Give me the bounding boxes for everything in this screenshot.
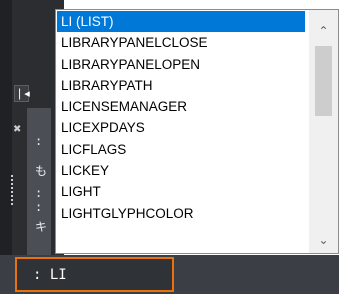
chevron-up-icon[interactable]: ⌃ — [309, 22, 338, 40]
palette-mark: : — [35, 186, 43, 200]
palette-mark: : — [35, 134, 43, 148]
list-item[interactable]: LIGHTGLYPHCOLOR — [57, 203, 307, 224]
command-input-text: : LI — [33, 267, 67, 283]
command-value: LI — [49, 267, 67, 283]
collapse-left-icon[interactable]: ❘◂ — [14, 85, 30, 102]
list-item[interactable]: LIBRARYPATH — [57, 75, 307, 96]
close-icon[interactable]: ✖ — [13, 124, 21, 135]
command-palette-strip: : も : : キ — [27, 108, 51, 255]
left-toolbar-strip — [0, 0, 12, 255]
chevron-down-icon[interactable]: ⌄ — [309, 231, 338, 249]
list-item[interactable]: LIGHT — [57, 181, 307, 202]
command-prompt: : — [33, 267, 42, 283]
palette-mark: : — [35, 200, 43, 214]
autocomplete-list: LI (LIST) LIBRARYPANELCLOSE LIBRARYPANEL… — [57, 11, 307, 224]
autocomplete-popup: LI (LIST) LIBRARYPANELCLOSE LIBRARYPANEL… — [55, 9, 339, 254]
palette-mark: キ — [35, 220, 48, 234]
list-item[interactable]: LICENSEMANAGER — [57, 96, 307, 117]
list-item[interactable]: LICEXPDAYS — [57, 117, 307, 138]
drag-handle-icon[interactable] — [11, 175, 15, 205]
vertical-scrollbar[interactable]: ⌃ ⌄ — [309, 10, 338, 253]
app-window: ❘◂ ✖ : も : : キ LI (LIST) LIBRARYPANELCLO… — [0, 0, 339, 294]
list-item[interactable]: LIBRARYPANELCLOSE — [57, 32, 307, 53]
list-item[interactable]: LI (LIST) — [57, 11, 305, 33]
list-item[interactable]: LICFLAGS — [57, 139, 307, 160]
list-item[interactable]: LICKEY — [57, 160, 307, 181]
list-item[interactable]: LIBRARYPANELOPEN — [57, 54, 307, 75]
command-input[interactable]: : LI — [15, 257, 174, 292]
scroll-thumb[interactable] — [315, 46, 332, 116]
palette-mark: も — [35, 164, 48, 178]
